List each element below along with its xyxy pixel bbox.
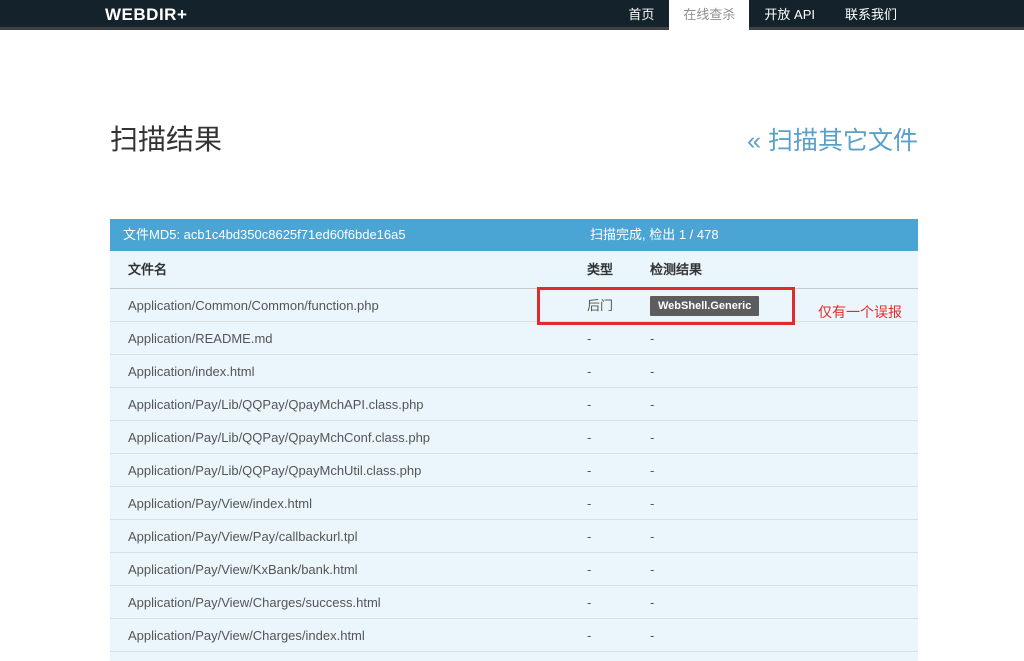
cell-type: 后门 [587,289,613,322]
cell-result: - [650,586,654,619]
cell-result: - [650,322,654,355]
cell-result: - [650,487,654,520]
scan-result-table: 文件MD5: acb1c4bd350c8625f71ed60f6bde16a5 … [110,219,918,661]
cell-file: Application/README.md [128,322,273,355]
cell-file: Application/index.html [128,355,254,388]
cell-type: - [587,586,591,619]
cell-type: - [587,421,591,454]
table-row: Application/Pay/View/Charges/index.html … [110,619,918,652]
annotation-note: 仅有一个误报 [818,302,902,322]
brand-logo[interactable]: WEBDIR+ [105,0,187,30]
top-navbar: WEBDIR+ 首页 在线查杀 开放 API 联系我们 [0,0,1024,30]
cell-result: - [650,454,654,487]
cell-file: Application/Pay/View/KxBank/bank.html [128,553,358,586]
table-row: Application/Pay/View/index.html - - [110,487,918,520]
page-title: 扫描结果 [110,118,222,158]
nav-item-contact-us[interactable]: 联系我们 [830,0,912,33]
column-header-filename: 文件名 [128,251,167,289]
table-body-wrap: 文件名 类型 检测结果 Application/Common/Common/fu… [110,251,918,661]
table-header-row: 文件名 类型 检测结果 [110,251,918,289]
cell-type: - [587,355,591,388]
cell-result: - [650,355,654,388]
cell-type: - [587,454,591,487]
cell-file: Application/Pay/Lib/QQPay/QpayMchAPI.cla… [128,388,424,421]
cell-file: Application/Pay/Lib/QQPay/QpayMchUtil.cl… [128,454,421,487]
scan-status-text: 扫描完成, 检出 1 / 478 [590,219,719,251]
cell-result: - [650,421,654,454]
cell-type: - [587,520,591,553]
table-row: Application/Common/Common/function.php 后… [110,289,918,322]
nav-item-open-api[interactable]: 开放 API [749,0,830,33]
column-header-result: 检测结果 [650,251,702,289]
table-row: Application/index.html - - [110,355,918,388]
file-md5-text: 文件MD5: acb1c4bd350c8625f71ed60f6bde16a5 [123,219,406,251]
table-row: Application/Pay/Lib/QQPay/QpayMchUtil.cl… [110,454,918,487]
scan-other-files-link[interactable]: « 扫描其它文件 [747,121,918,157]
column-header-type: 类型 [587,251,613,289]
table-row: Application/Pay/View/KxBank/bank.html - … [110,553,918,586]
cell-result: - [650,520,654,553]
cell-file: Application/Pay/View/index.html [128,487,312,520]
table-body: Application/Common/Common/function.php 后… [110,289,918,652]
cell-file: Application/Pay/Lib/QQPay/QpayMchConf.cl… [128,421,430,454]
table-row: Application/Pay/View/Charges/success.htm… [110,586,918,619]
cell-file: Application/Pay/View/Charges/index.html [128,619,365,652]
cell-result: - [650,553,654,586]
table-row: Application/README.md - - [110,322,918,355]
cell-type: - [587,553,591,586]
cell-type: - [587,388,591,421]
table-row: Application/Pay/Lib/QQPay/QpayMchConf.cl… [110,421,918,454]
cell-file: Application/Pay/View/Pay/callbackurl.tpl [128,520,358,553]
cell-type: - [587,322,591,355]
cell-file: Application/Common/Common/function.php [128,289,379,322]
cell-result: WebShell.Generic [650,296,759,316]
nav-item-online-scan[interactable]: 在线查杀 [669,0,749,33]
cell-file: Application/Pay/View/Charges/success.htm… [128,586,381,619]
table-row: Application/Pay/View/Pay/callbackurl.tpl… [110,520,918,553]
cell-type: - [587,487,591,520]
scan-summary-bar: 文件MD5: acb1c4bd350c8625f71ed60f6bde16a5 … [110,219,918,251]
heading-row: 扫描结果 « 扫描其它文件 [110,118,918,158]
cell-result: - [650,619,654,652]
nav-item-home[interactable]: 首页 [613,0,669,33]
cell-type: - [587,619,591,652]
table-row: Application/Pay/Lib/QQPay/QpayMchAPI.cla… [110,388,918,421]
nav-menu: 首页 在线查杀 开放 API 联系我们 [613,0,912,33]
cell-result: - [650,388,654,421]
